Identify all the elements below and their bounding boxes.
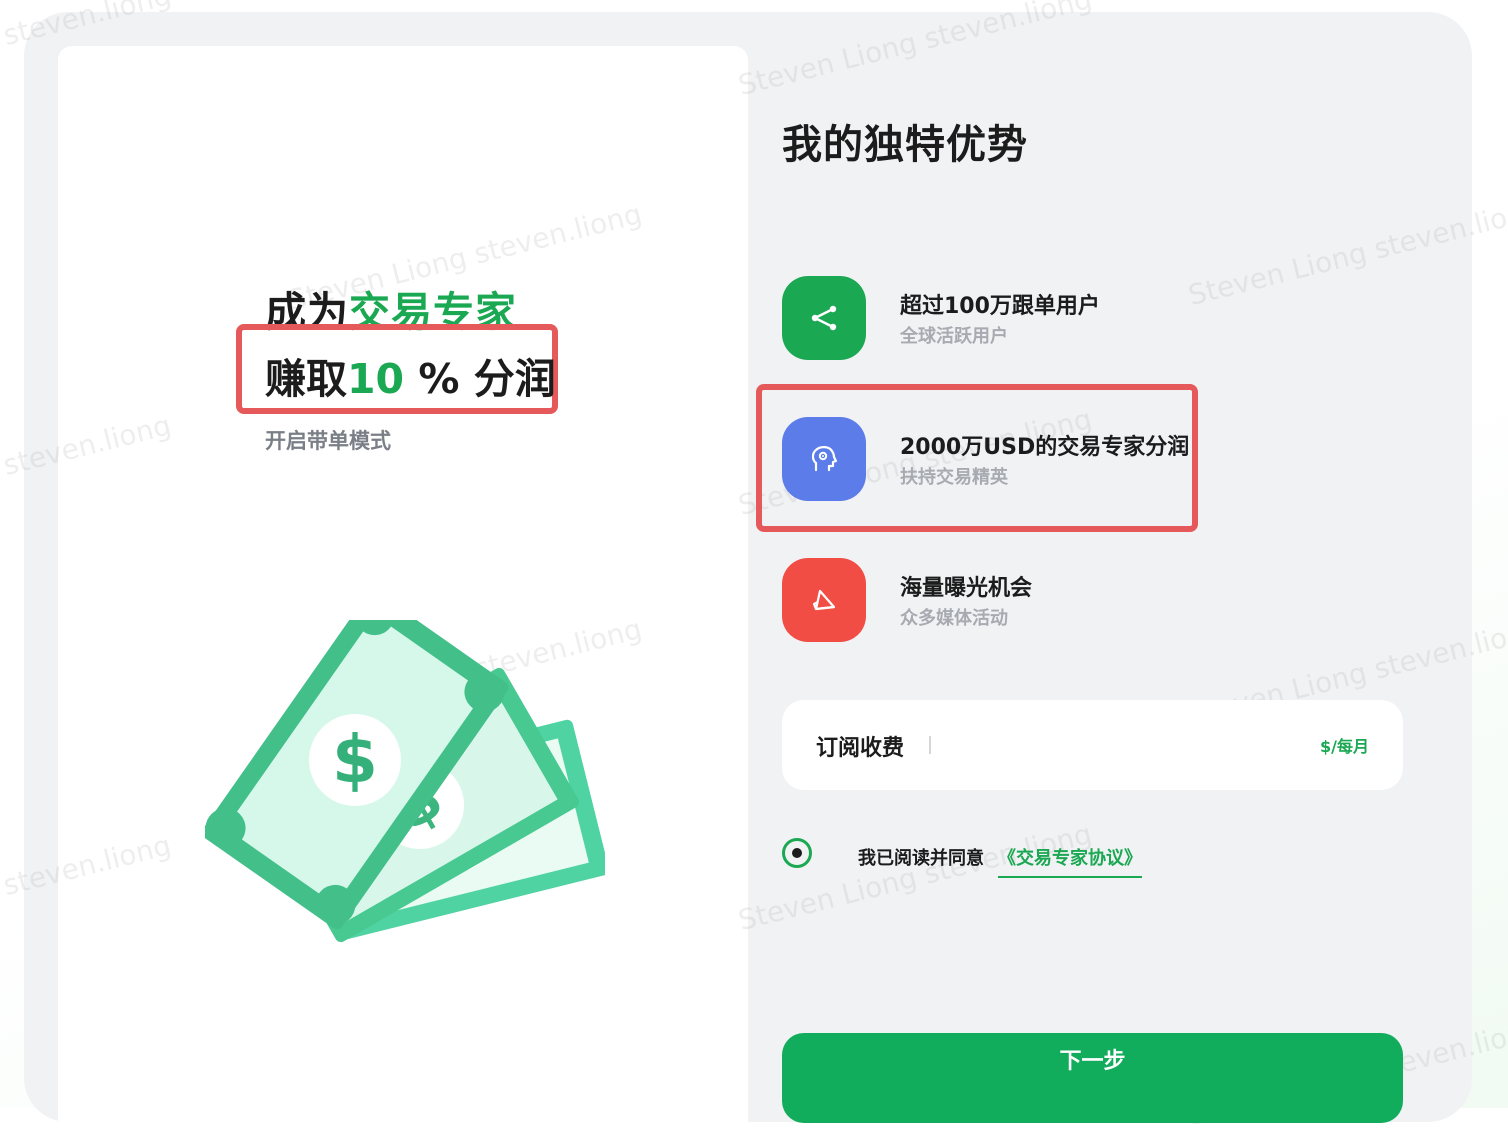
- promo-subtitle: 开启带单模式: [265, 429, 391, 453]
- subscription-fee-row: 订阅收费 $/每月: [782, 700, 1403, 790]
- fee-unit: $/每月: [1320, 737, 1369, 756]
- feature-title: 海量曝光机会: [900, 576, 1033, 601]
- fee-divider: [929, 736, 931, 754]
- agreement-link[interactable]: 《交易专家协议》: [998, 844, 1142, 878]
- feature-exposure: 海量曝光机会 众多媒体活动: [782, 558, 1202, 644]
- megaphone-icon: [782, 558, 866, 642]
- feature-profit-share: 2000万USD的交易专家分润 扶持交易精英: [782, 417, 1202, 503]
- fee-label: 订阅收费: [816, 736, 905, 761]
- agreement-radio[interactable]: [782, 838, 812, 868]
- share-icon: [782, 276, 866, 360]
- left-promo-card: [58, 46, 748, 1126]
- next-button[interactable]: 下一步: [782, 1033, 1403, 1123]
- svg-text:$: $: [332, 721, 378, 798]
- feature-title: 2000万USD的交易专家分润: [900, 435, 1190, 460]
- agreement-text: 我已阅读并同意: [858, 848, 984, 869]
- feature-followers: 超过100万跟单用户 全球活跃用户: [782, 276, 1202, 362]
- feature-subtitle: 全球活跃用户: [900, 326, 1008, 347]
- earn-prefix: 赚取: [265, 355, 347, 403]
- fee-input[interactable]: [942, 724, 1316, 766]
- earn-suffix: % 分润: [404, 355, 556, 403]
- feature-subtitle: 众多媒体活动: [900, 608, 1008, 629]
- agreement-row: 我已阅读并同意 《交易专家协议》: [782, 838, 1202, 878]
- earn-profit-share: 赚取10 % 分润: [265, 345, 556, 405]
- feature-title: 超过100万跟单用户: [900, 294, 1100, 319]
- head-gear-icon: [782, 417, 866, 501]
- earn-number: 10: [347, 355, 405, 403]
- money-bills-illustration: $ $: [205, 620, 605, 943]
- feature-subtitle: 扶持交易精英: [900, 467, 1008, 488]
- advantages-title: 我的独特优势: [782, 122, 1028, 168]
